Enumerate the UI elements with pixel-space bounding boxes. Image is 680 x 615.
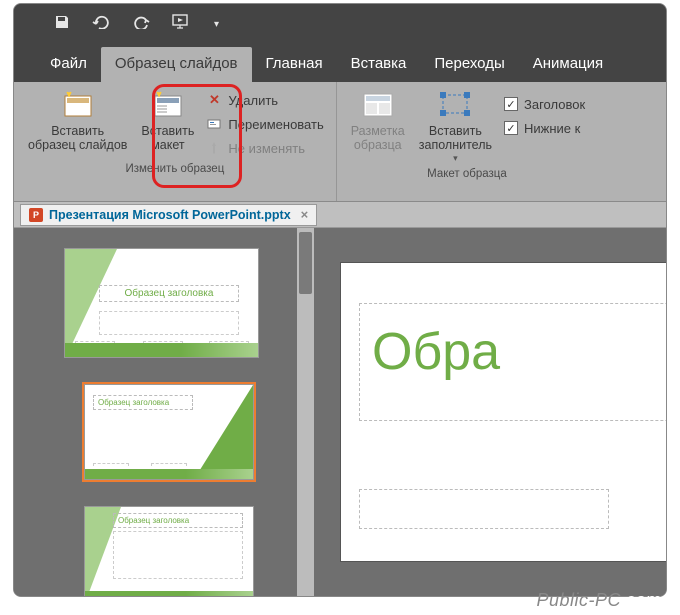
insert-slide-master-icon xyxy=(61,90,95,120)
master-layout-icon xyxy=(361,90,395,120)
tab-file[interactable]: Файл xyxy=(36,47,101,82)
checkbox-checked-icon: ✓ xyxy=(504,121,518,135)
slide-canvas-area[interactable]: Обра xyxy=(314,228,666,596)
rename-icon xyxy=(206,116,222,132)
checkbox-checked-icon: ✓ xyxy=(504,97,518,111)
slide-canvas[interactable]: Обра xyxy=(340,262,666,562)
dropdown-arrow-icon: ▾ xyxy=(453,153,458,163)
slide-master-thumbnail-pane[interactable]: Образец заголовка Образец заголовка Обра… xyxy=(14,228,314,596)
start-slideshow-icon[interactable] xyxy=(172,14,192,34)
delete-button[interactable]: ✕ Удалить xyxy=(202,88,327,112)
group-master-layout-label: Макет образца xyxy=(345,165,589,184)
rename-label: Переименовать xyxy=(228,117,323,132)
delete-icon: ✕ xyxy=(206,92,222,108)
title-text: Обра xyxy=(372,323,500,381)
preserve-label: Не изменять xyxy=(228,141,305,156)
undo-icon[interactable] xyxy=(92,15,112,33)
master-layout-label: Разметка образца xyxy=(351,124,405,153)
powerpoint-file-icon: P xyxy=(29,208,43,222)
footer-placeholder[interactable] xyxy=(359,489,609,529)
master-thumbnail[interactable]: Образец заголовка xyxy=(64,248,259,358)
document-tab[interactable]: P Презентация Microsoft PowerPoint.pptx … xyxy=(20,204,317,226)
workspace: Образец заголовка Образец заголовка Обра… xyxy=(14,228,666,596)
footers-checkbox[interactable]: ✓ Нижние к xyxy=(500,116,589,140)
insert-slide-master-button[interactable]: Вставить образец слайдов xyxy=(22,86,133,155)
title-checkbox-label: Заголовок xyxy=(524,97,585,112)
ribbon-group-master-layout: Разметка образца Вставить заполнитель ▾ … xyxy=(337,82,597,201)
title-placeholder[interactable]: Обра xyxy=(359,303,666,421)
save-icon[interactable] xyxy=(54,14,70,34)
layout-thumbnail-1[interactable]: Образец заголовка xyxy=(84,384,254,480)
tab-slide-master[interactable]: Образец слайдов xyxy=(101,47,252,82)
tab-transitions[interactable]: Переходы xyxy=(420,47,518,82)
tab-insert[interactable]: Вставка xyxy=(337,47,421,82)
footers-checkbox-label: Нижние к xyxy=(524,121,580,136)
tab-animations[interactable]: Анимация xyxy=(519,47,617,82)
insert-layout-button[interactable]: Вставить макет xyxy=(135,86,200,155)
tab-home[interactable]: Главная xyxy=(252,47,337,82)
rename-button[interactable]: Переименовать xyxy=(202,112,327,136)
insert-layout-label: Вставить макет xyxy=(141,124,194,153)
redo-icon[interactable] xyxy=(134,15,150,33)
close-document-icon[interactable]: × xyxy=(297,207,309,222)
group-edit-master-label: Изменить образец xyxy=(22,160,328,179)
master-title-placeholder: Образец заголовка xyxy=(99,285,239,302)
insert-placeholder-button[interactable]: Вставить заполнитель ▾ xyxy=(413,86,498,165)
ribbon-group-edit-master: Вставить образец слайдов Вставить макет … xyxy=(14,82,337,201)
insert-placeholder-label: Вставить заполнитель xyxy=(419,124,492,153)
insert-placeholder-icon xyxy=(438,90,472,120)
title-checkbox[interactable]: ✓ Заголовок xyxy=(500,92,589,116)
insert-slide-master-label: Вставить образец слайдов xyxy=(28,124,127,153)
watermark: Public-PC.com xyxy=(536,590,662,611)
preserve-button: Не изменять xyxy=(202,136,327,160)
preserve-icon xyxy=(206,140,222,156)
ribbon-tabstrip: Файл Образец слайдов Главная Вставка Пер… xyxy=(14,44,666,82)
document-filename: Презентация Microsoft PowerPoint.pptx xyxy=(49,208,291,222)
thumbnail-scrollbar[interactable] xyxy=(297,228,314,596)
scrollbar-thumb[interactable] xyxy=(299,232,312,294)
delete-label: Удалить xyxy=(228,93,278,108)
insert-layout-icon xyxy=(151,90,185,120)
ribbon: Вставить образец слайдов Вставить макет … xyxy=(14,82,666,202)
quick-access-toolbar: ▾ xyxy=(14,4,666,44)
layout-title-placeholder: Образец заголовка xyxy=(113,513,243,528)
layout-title-placeholder: Образец заголовка xyxy=(93,395,193,410)
master-layout-button: Разметка образца xyxy=(345,86,411,155)
document-tab-bar: P Презентация Microsoft PowerPoint.pptx … xyxy=(14,202,666,228)
qat-customize-icon[interactable]: ▾ xyxy=(214,19,219,30)
layout-thumbnail-2[interactable]: Образец заголовка xyxy=(84,506,254,596)
